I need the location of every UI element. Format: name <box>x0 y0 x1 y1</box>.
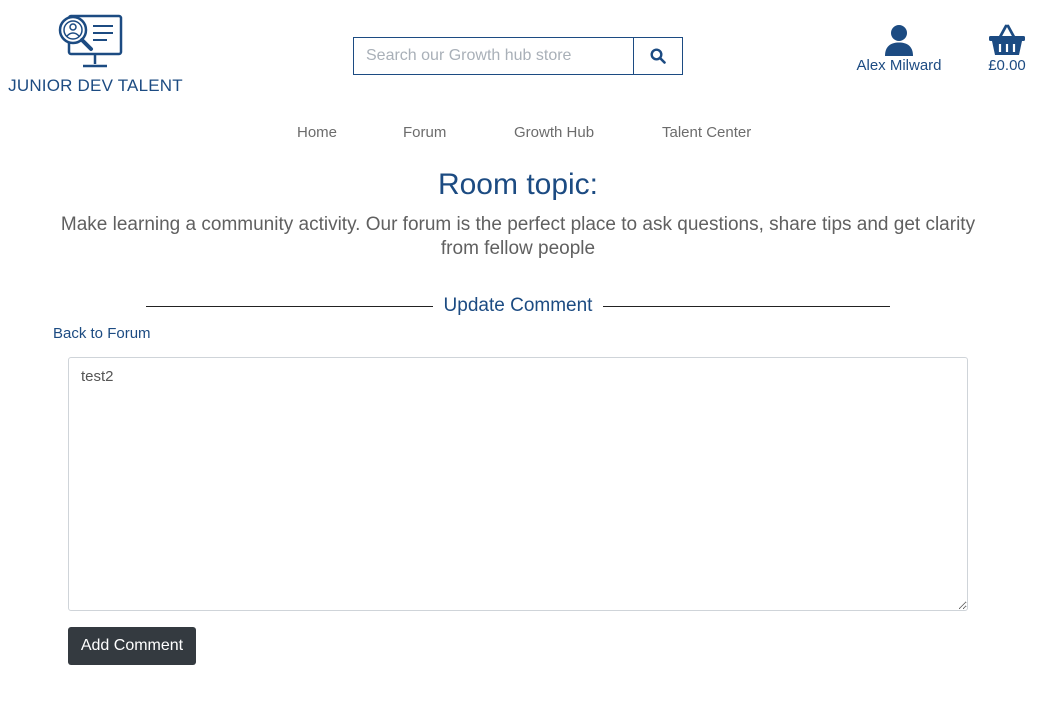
search-form <box>353 37 683 75</box>
search-input[interactable] <box>354 38 633 74</box>
shopping-basket-icon <box>989 24 1025 55</box>
user-icon <box>885 25 913 56</box>
account-name: Alex Milward <box>856 57 942 74</box>
nav-item-growth-hub[interactable]: Growth Hub <box>514 124 594 141</box>
basket-total: £0.00 <box>988 57 1026 74</box>
account-link[interactable]: Alex Milward <box>846 24 952 74</box>
comment-textarea[interactable]: test2 <box>68 357 968 611</box>
talent-search-monitor-icon <box>58 14 122 68</box>
logo-text: JUNIOR DEV TALENT <box>8 76 183 95</box>
room-description: Make learning a community activity. Our … <box>60 214 976 259</box>
nav-item-forum[interactable]: Forum <box>403 124 446 141</box>
search-button[interactable] <box>633 38 682 74</box>
back-to-forum-link[interactable]: Back to Forum <box>53 325 151 342</box>
section-heading: Update Comment <box>443 295 593 316</box>
section-heading-divider: Update Comment <box>146 294 890 318</box>
search-icon <box>650 48 666 64</box>
divider-line-left <box>146 305 433 307</box>
divider-line-right <box>603 305 890 307</box>
basket-link[interactable]: £0.00 <box>978 24 1036 74</box>
add-comment-button[interactable]: Add Comment <box>68 627 196 665</box>
nav-item-talent-center[interactable]: Talent Center <box>662 124 751 141</box>
nav-item-home[interactable]: Home <box>297 124 337 141</box>
page-title: Room topic: <box>437 168 599 201</box>
page: JUNIOR DEV TALENT Alex Milward £ <box>0 0 1045 706</box>
site-logo[interactable]: JUNIOR DEV TALENT <box>8 14 183 96</box>
